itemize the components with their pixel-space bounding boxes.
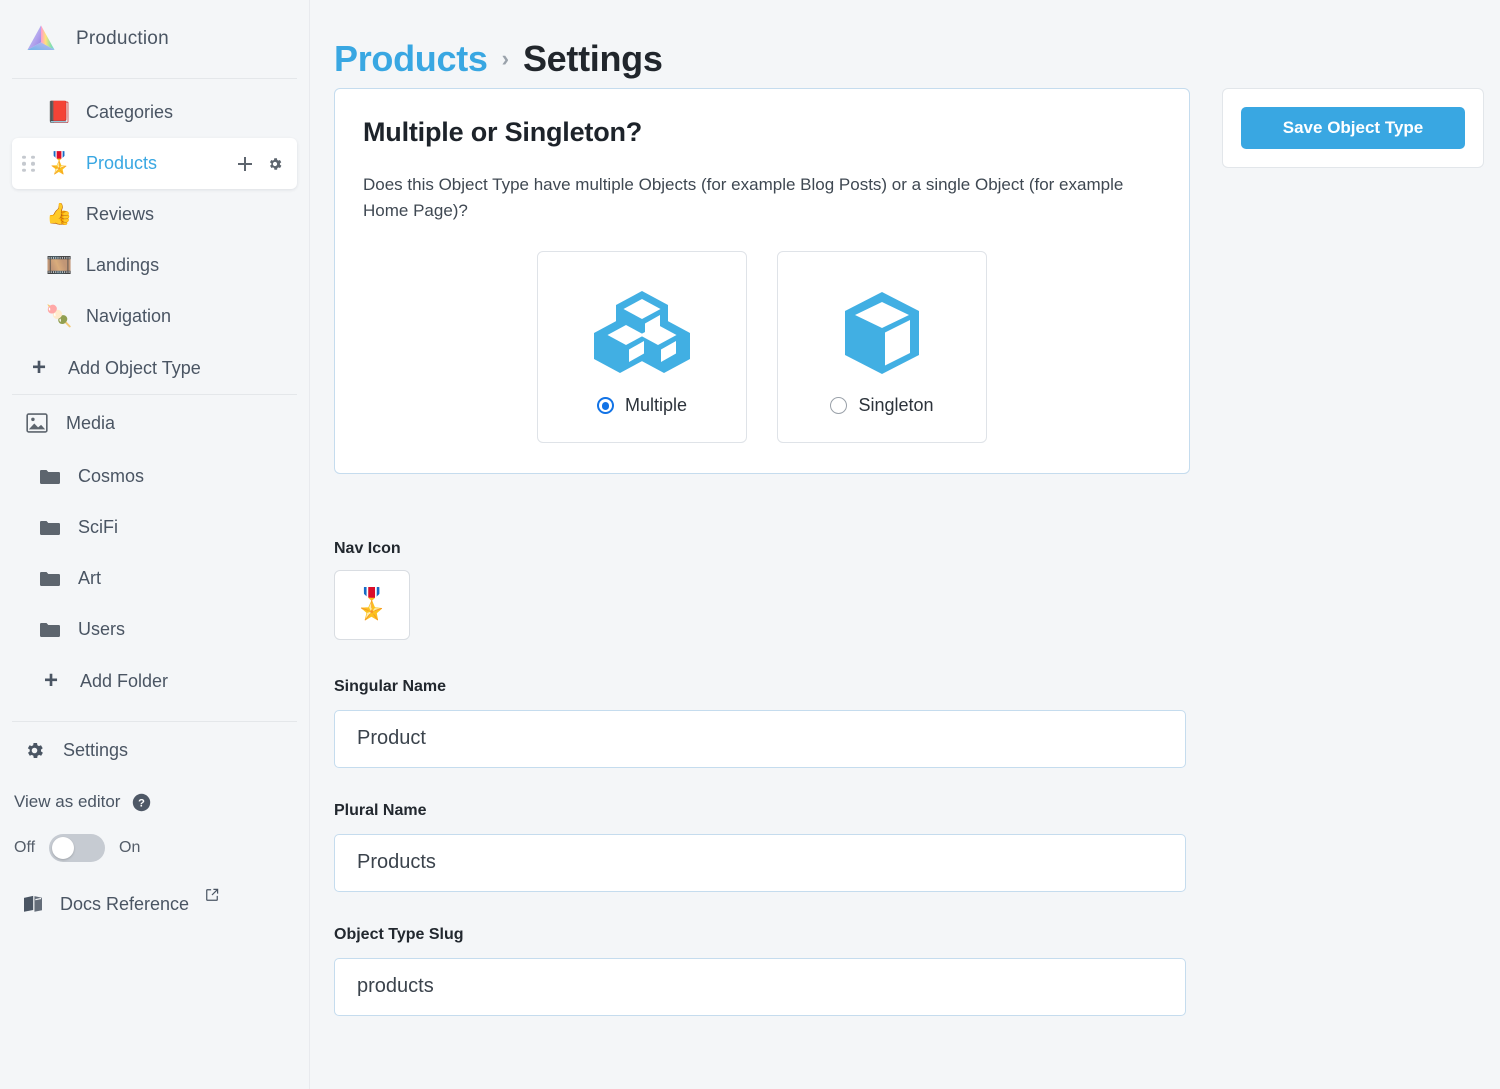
film-frames-emoji: 🎞️ — [46, 253, 73, 277]
toggle-on-label: On — [119, 839, 141, 856]
add-folder-label: Add Folder — [80, 670, 169, 691]
svg-text:?: ? — [139, 797, 146, 809]
save-object-type-button[interactable]: Save Object Type — [1241, 107, 1465, 149]
brand-name: Production — [76, 28, 169, 49]
radio-label-singleton: Singleton — [858, 395, 934, 416]
card-title: Multiple or Singleton? — [363, 117, 643, 147]
plus-icon: + — [31, 354, 46, 381]
main-content: Products › Settings Multiple or Singleto… — [310, 0, 1500, 1089]
object-type-slug-field: Object Type Slug products — [334, 926, 1190, 1016]
view-as-editor-toggle[interactable] — [49, 834, 106, 862]
thumbs-up-emoji: 👍 — [46, 202, 73, 226]
folder-label: Art — [78, 568, 102, 588]
card-description: Does this Object Type have multiple Obje… — [363, 175, 1124, 221]
gear-icon[interactable] — [267, 156, 283, 172]
singular-name-field: Singular Name Product — [334, 678, 1190, 768]
add-object-type-label: Add Object Type — [68, 357, 201, 378]
singular-name-label: Singular Name — [334, 677, 447, 695]
toggle-off-label: Off — [14, 839, 36, 856]
chevron-right-icon: › — [501, 46, 509, 71]
radio-multiple[interactable] — [596, 397, 614, 415]
sidebar-folder-art[interactable]: Art — [0, 553, 309, 604]
sidebar-folder-cosmos[interactable]: Cosmos — [0, 451, 309, 502]
sidebar-item-label: Media — [66, 412, 116, 433]
military-medal-emoji: 🎖️ — [353, 587, 391, 623]
docs-reference-link[interactable]: Docs Reference — [0, 876, 309, 932]
view-as-editor-label: View as editor — [14, 792, 121, 811]
choice-singleton[interactable]: Singleton — [777, 250, 987, 443]
folder-label: Users — [78, 619, 126, 639]
app-root: Production 📕 Categories 🎖️ Products 👍 Re… — [0, 0, 1500, 1089]
sidebar-item-label: Categories — [86, 102, 174, 122]
multiple-or-singleton-card: Multiple or Singleton? Does this Object … — [334, 88, 1190, 474]
gear-icon — [24, 740, 45, 761]
radio-label-multiple: Multiple — [624, 395, 688, 416]
item-actions — [237, 156, 297, 172]
object-type-mode-choices: Multiple Singleton — [363, 250, 1161, 443]
sidebar-item-navigation[interactable]: 🍡 Navigation — [12, 291, 297, 342]
settings-form-column: Multiple or Singleton? Does this Object … — [334, 88, 1190, 1016]
closed-book-emoji: 📕 — [46, 100, 73, 124]
sidebar-item-label: Navigation — [86, 306, 172, 326]
sidebar-item-media[interactable]: Media — [0, 395, 309, 451]
sidebar-item-products[interactable]: 🎖️ Products — [12, 138, 297, 189]
sidebar-folder-users[interactable]: Users — [0, 604, 309, 655]
three-cubes-icon — [594, 277, 690, 389]
sidebar-item-label: Products — [86, 153, 158, 173]
plural-name-label: Plural Name — [334, 801, 427, 819]
sidebar: Production 📕 Categories 🎖️ Products 👍 Re… — [0, 0, 310, 1089]
sidebar-item-label: Landings — [86, 255, 160, 275]
nav-icon-label: Nav Icon — [334, 539, 401, 557]
sidebar-item-label: Reviews — [86, 204, 155, 224]
add-folder-button[interactable]: + Add Folder — [0, 655, 309, 707]
sidebar-folder-scifi[interactable]: SciFi — [0, 502, 309, 553]
object-type-slug-input[interactable]: products — [334, 957, 1186, 1016]
save-panel: Save Object Type — [1222, 88, 1484, 168]
add-object-type-button[interactable]: + Add Object Type — [0, 342, 309, 394]
sidebar-item-landings[interactable]: 🎞️ Landings — [12, 240, 297, 291]
folder-icon — [40, 622, 60, 638]
military-medal-emoji: 🎖️ — [46, 151, 73, 175]
image-icon — [26, 413, 48, 433]
book-icon — [22, 895, 44, 913]
folder-icon — [40, 571, 60, 587]
choice-multiple[interactable]: Multiple — [537, 250, 747, 443]
docs-reference-label: Docs Reference — [60, 893, 190, 914]
folder-icon — [40, 469, 60, 485]
sidebar-item-categories[interactable]: 📕 Categories — [12, 87, 297, 138]
view-as-editor-row: View as editor ? — [0, 778, 309, 820]
radio-singleton[interactable] — [830, 397, 848, 415]
dango-emoji: 🍡 — [46, 304, 73, 328]
drag-handle-icon[interactable] — [22, 155, 35, 172]
prism-logo-icon — [24, 22, 58, 56]
folder-icon — [40, 520, 60, 536]
nav-icon-picker[interactable]: 🎖️ — [334, 569, 410, 640]
singular-name-input[interactable]: Product — [334, 709, 1186, 768]
page-title: Settings — [522, 38, 663, 79]
single-cube-icon — [839, 277, 925, 389]
breadcrumb-parent-link[interactable]: Products — [334, 38, 488, 80]
radio-line-singleton[interactable]: Singleton — [830, 395, 934, 416]
plus-icon: + — [43, 667, 58, 694]
nav-icon-field: Nav Icon 🎖️ — [334, 540, 1190, 640]
add-object-icon[interactable] — [237, 156, 253, 172]
object-type-list: 📕 Categories 🎖️ Products 👍 Reviews 🎞️ La… — [0, 79, 309, 394]
external-link-icon — [205, 888, 219, 902]
folder-label: SciFi — [78, 517, 118, 537]
toggle-knob — [52, 837, 75, 859]
plural-name-input[interactable]: Products — [334, 833, 1186, 892]
view-as-editor-toggle-row: Off On — [0, 820, 309, 866]
sidebar-item-settings[interactable]: Settings — [0, 722, 309, 778]
sidebar-item-reviews[interactable]: 👍 Reviews — [12, 189, 297, 240]
sidebar-item-label: Settings — [63, 739, 129, 760]
folder-label: Cosmos — [78, 466, 145, 486]
brand[interactable]: Production — [0, 0, 309, 78]
object-type-slug-label: Object Type Slug — [334, 925, 464, 943]
breadcrumb: Products › Settings — [310, 0, 1500, 88]
content-columns: Multiple or Singleton? Does this Object … — [310, 88, 1500, 1016]
question-mark-circle-icon[interactable]: ? — [132, 793, 151, 812]
plural-name-field: Plural Name Products — [334, 802, 1190, 892]
actions-column: Save Object Type — [1190, 88, 1500, 168]
radio-line-multiple[interactable]: Multiple — [596, 395, 688, 416]
